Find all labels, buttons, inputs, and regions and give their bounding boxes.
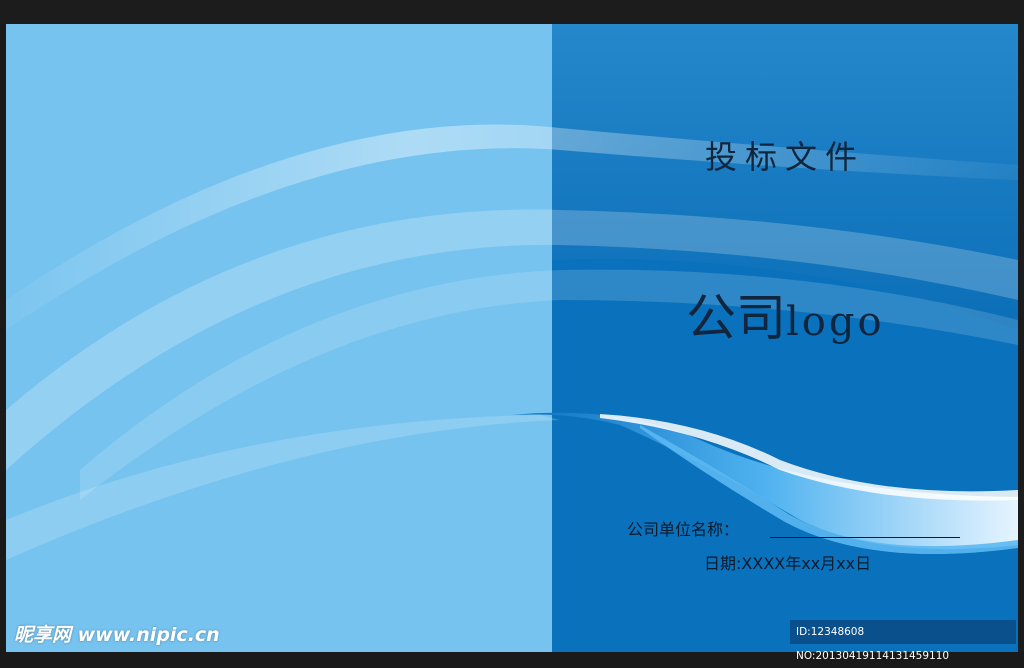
logo-english-text: logo bbox=[786, 299, 885, 345]
document-title: 投标文件 bbox=[705, 138, 866, 176]
cover-spread: 投标文件 公司logo 公司单位名称： 日期:XXXX年xx月xx日 昵享网 w… bbox=[0, 0, 1024, 662]
date-line: 日期:XXXX年xx月xx日 bbox=[704, 554, 872, 573]
image-id-watermark: ID:12348608 NO:20130419114131459110 bbox=[790, 620, 1016, 662]
company-name-blank-line bbox=[770, 537, 960, 538]
site-watermark: 昵享网 www.nipic.cn bbox=[14, 624, 220, 646]
company-name-label: 公司单位名称： bbox=[627, 520, 740, 539]
company-logo-placeholder: 公司logo bbox=[686, 278, 885, 350]
logo-chinese-text: 公司 bbox=[686, 289, 786, 347]
ribbon-wave bbox=[512, 412, 1018, 550]
